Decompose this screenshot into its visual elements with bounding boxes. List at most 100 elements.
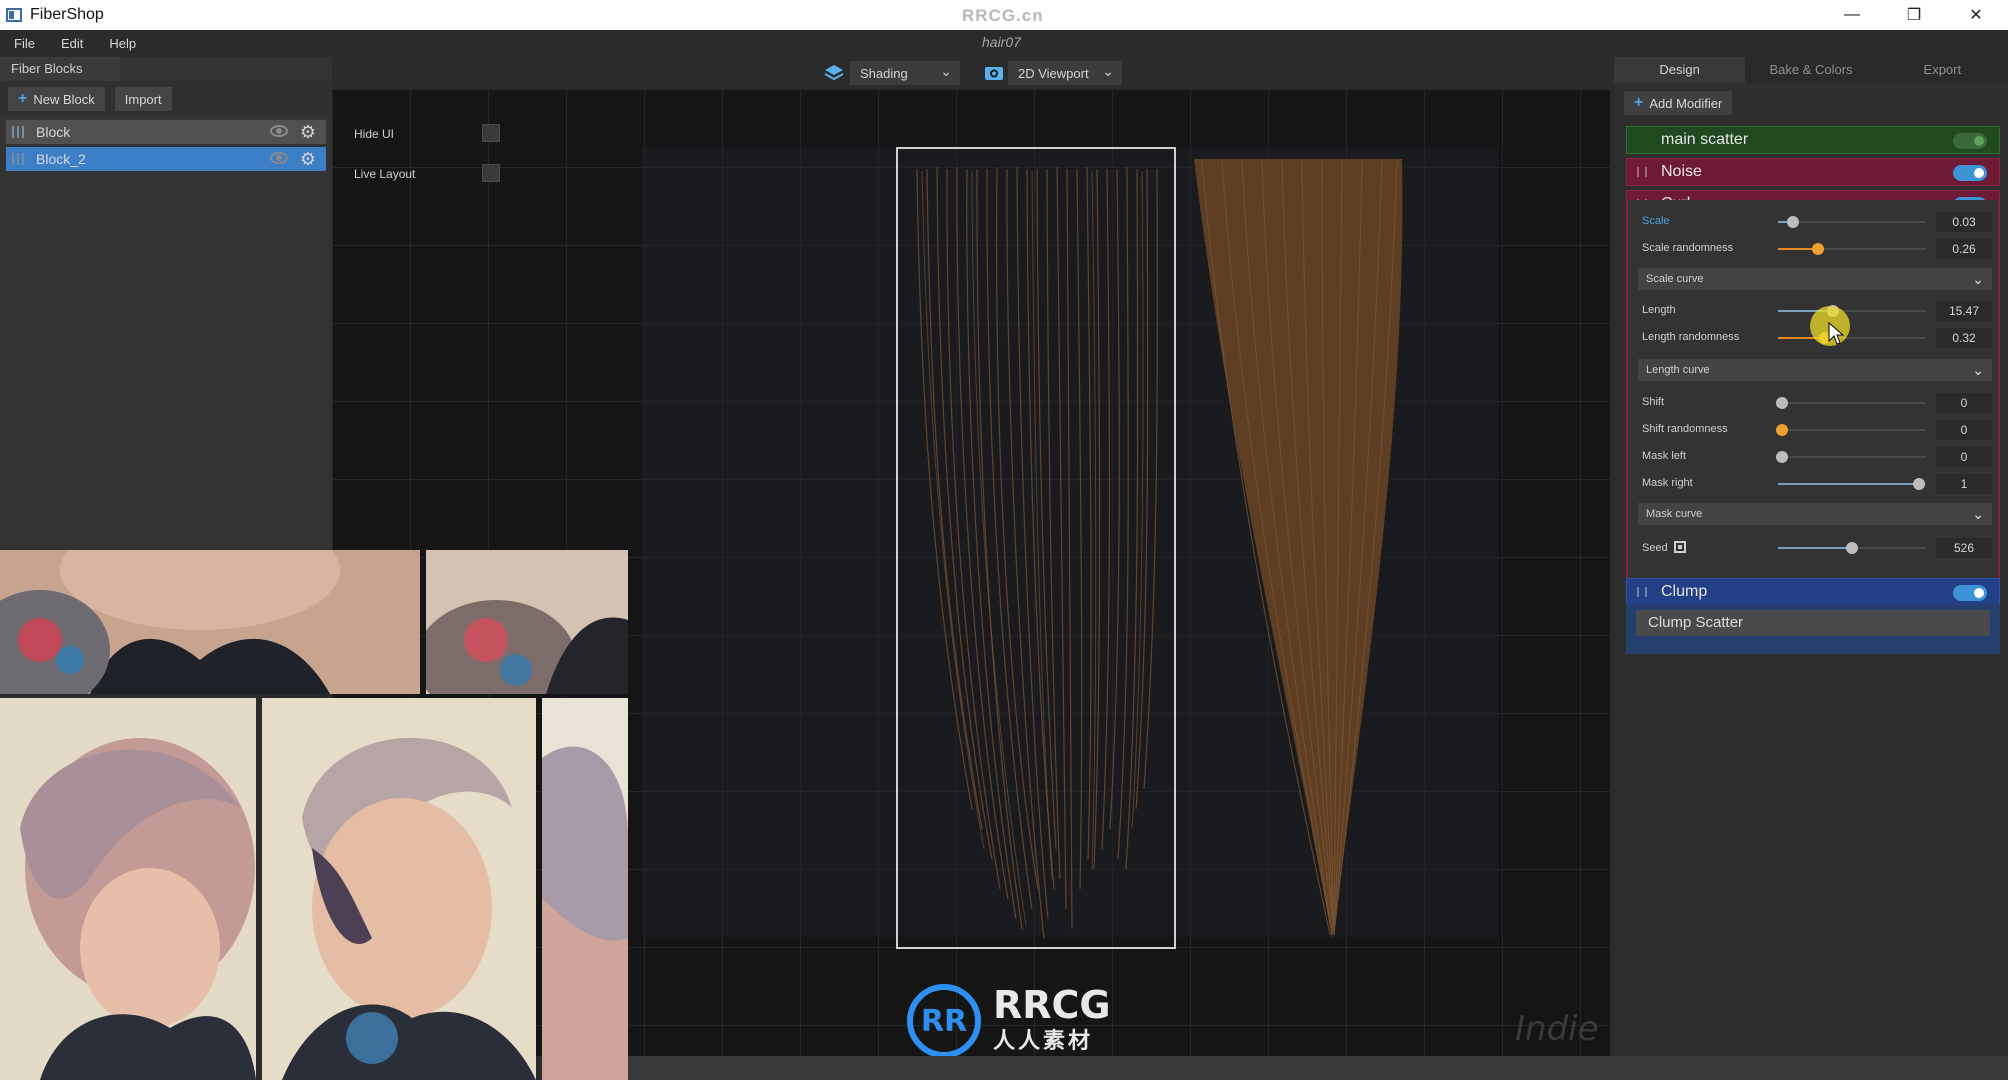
param-label: Shift [1642, 396, 1665, 408]
document-title: hair07 [982, 34, 1021, 50]
block-label: Block_2 [36, 151, 86, 167]
add-modifier-button[interactable]: + Add Modifier [1624, 91, 1733, 115]
slider-handle[interactable] [1786, 216, 1799, 228]
layers-icon [824, 65, 844, 81]
dice-icon[interactable] [1673, 541, 1686, 553]
enable-toggle[interactable] [1953, 133, 1987, 149]
slider-track[interactable] [1778, 305, 1926, 317]
seed-label: Seed [1642, 542, 1668, 554]
viewport-toolbar: Shading ⌄ 2D Viewport ⌄ [332, 57, 1610, 89]
tab-export[interactable]: Export [1876, 57, 2008, 83]
chevron-down-icon: ⌄ [1972, 362, 1984, 378]
rrcg-mark: RR [907, 984, 981, 1056]
param-label: Length [1642, 304, 1676, 316]
menu-edit[interactable]: Edit [61, 36, 83, 51]
drag-handle-icon[interactable] [1637, 587, 1647, 597]
block-item-selected[interactable]: Block_2 ⚙ [6, 147, 326, 171]
reference-photo [0, 550, 420, 694]
slider-handle[interactable] [1811, 243, 1824, 255]
param-shift[interactable]: Shift 0 [1642, 393, 1992, 413]
enable-toggle[interactable] [1953, 585, 1987, 601]
modifier-clump[interactable]: Clump [1626, 578, 2000, 606]
param-value[interactable]: 15.47 [1936, 301, 1992, 321]
gear-icon[interactable]: ⚙ [300, 122, 316, 142]
slider-track[interactable] [1778, 478, 1926, 490]
param-value[interactable]: 0 [1936, 420, 1992, 440]
minimize-button[interactable]: — [1822, 0, 1882, 30]
drag-handle-icon[interactable] [12, 153, 24, 165]
param-value[interactable]: 0 [1936, 447, 1992, 467]
param-value[interactable]: 526 [1936, 538, 1992, 558]
param-value[interactable]: 0.03 [1936, 212, 1992, 232]
view-mode-label: 2D Viewport [1018, 65, 1089, 81]
block-label: Block [36, 124, 71, 140]
slider-track[interactable] [1778, 243, 1926, 255]
slider-handle[interactable] [1846, 542, 1858, 554]
clump-parameters: Clump Scatter [1626, 604, 2000, 654]
slider-track[interactable] [1778, 216, 1926, 228]
tab-design[interactable]: Design [1614, 57, 1746, 83]
logo-text: RRCG [993, 983, 1111, 1027]
param-seed[interactable]: Seed 526 [1642, 538, 1992, 558]
new-block-label: New Block [33, 91, 95, 107]
modifier-noise[interactable]: Noise [1626, 158, 2000, 186]
drag-handle-icon[interactable] [1637, 167, 1647, 177]
reference-photo [426, 550, 628, 694]
close-button[interactable]: ✕ [1946, 0, 2006, 30]
param-mask-right[interactable]: Mask right 1 [1642, 474, 1992, 494]
slider-track[interactable] [1776, 424, 1926, 436]
param-label: Mask right [1642, 477, 1693, 489]
tab-bake-colors[interactable]: Bake & Colors [1745, 57, 1877, 83]
status-bar [628, 1056, 2008, 1080]
slider-track[interactable] [1776, 451, 1926, 463]
param-label: Length randomness [1642, 331, 1740, 343]
panel-tabs: Design Bake & Colors Export [1614, 57, 2008, 83]
menu-help[interactable]: Help [109, 36, 136, 51]
slider-track[interactable] [1778, 542, 1926, 554]
new-block-button[interactable]: + New Block [8, 87, 105, 111]
scale-curve-dropdown[interactable]: Scale curve ⌄ [1638, 268, 1992, 290]
param-scale-randomness[interactable]: Scale randomness 0.26 [1642, 239, 1992, 259]
param-mask-left[interactable]: Mask left 0 [1642, 447, 1992, 467]
param-value[interactable]: 0 [1936, 393, 1992, 413]
slider-track[interactable] [1778, 332, 1926, 344]
param-shift-randomness[interactable]: Shift randomness 0 [1642, 420, 1992, 440]
param-value[interactable]: 1 [1936, 474, 1992, 494]
param-label: Scale randomness [1642, 242, 1734, 254]
param-value[interactable]: 0.32 [1936, 328, 1992, 348]
eye-icon[interactable] [270, 152, 288, 164]
drag-handle-icon[interactable] [12, 126, 24, 138]
block-item[interactable]: Block ⚙ [6, 120, 326, 144]
view-mode-dropdown[interactable]: 2D Viewport ⌄ [1008, 61, 1122, 85]
menu-file[interactable]: File [14, 36, 35, 51]
plus-icon: + [18, 90, 28, 107]
fiber-blocks-panel: Fiber Blocks + New Block Import Block ⚙ … [0, 57, 332, 550]
logo-subtext: 人人素材 [993, 1029, 1094, 1054]
slider-handle[interactable] [1912, 478, 1925, 490]
param-value[interactable]: 0.26 [1936, 239, 1992, 259]
slider-handle[interactable] [1776, 397, 1789, 409]
mask-curve-dropdown[interactable]: Mask curve ⌄ [1638, 503, 1992, 525]
length-curve-dropdown[interactable]: Length curve ⌄ [1638, 359, 1992, 381]
gear-icon[interactable]: ⚙ [300, 149, 316, 169]
mouse-cursor-icon [1828, 322, 1844, 345]
slider-track[interactable] [1776, 397, 1926, 409]
add-modifier-label: Add Modifier [1649, 95, 1723, 111]
modifier-label: Noise [1661, 163, 1702, 180]
eye-icon[interactable] [270, 125, 288, 137]
param-scale[interactable]: Scale 0.03 [1642, 212, 1992, 232]
slider-handle[interactable] [1776, 424, 1789, 436]
chevron-down-icon: ⌄ [1972, 271, 1984, 287]
selection-box[interactable] [896, 147, 1176, 949]
shading-label: Shading [860, 65, 908, 81]
clump-scatter-field[interactable]: Clump Scatter [1636, 610, 1990, 636]
import-button[interactable]: Import [114, 87, 172, 111]
slider-handle[interactable] [1776, 451, 1789, 463]
restore-button[interactable]: ❐ [1884, 0, 1944, 30]
param-label: Scale [1642, 215, 1670, 227]
modifier-main-scatter[interactable]: main scatter [1626, 126, 2000, 154]
enable-toggle[interactable] [1953, 165, 1987, 181]
reference-photo [262, 698, 536, 1080]
shading-dropdown[interactable]: Shading ⌄ [850, 61, 960, 85]
param-label: Seed [1642, 541, 1686, 554]
